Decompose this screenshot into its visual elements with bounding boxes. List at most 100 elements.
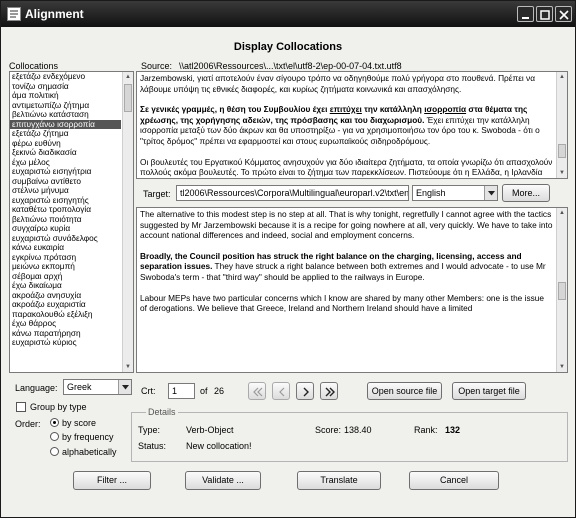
collocation-item[interactable]: φέρω ευθύνη: [10, 139, 121, 149]
collocation-item[interactable]: εξετάζω ζήτημα: [10, 129, 121, 139]
highlighted-collocation-word: ισορροπία: [424, 104, 467, 115]
target-text: The alternative to this modest step is n…: [140, 209, 553, 324]
maximize-button[interactable]: [536, 6, 553, 22]
validate-button[interactable]: Validate ...: [185, 471, 261, 490]
order-by-score-label: by score: [62, 418, 97, 428]
collocation-item[interactable]: επιτυγχάνω ισορροπία: [10, 119, 121, 129]
crt-field[interactable]: 1: [168, 383, 195, 399]
collocation-item[interactable]: συμβαίνω αντίθετο: [10, 177, 121, 187]
collocations-list[interactable]: εξετάζω ενδεχόμενο τονίζω σημασία άμα πολι…: [9, 71, 134, 373]
collocation-item[interactable]: εξετάζω ενδεχόμενο: [10, 72, 121, 82]
window-title: Alignment: [25, 7, 84, 21]
status-label: Status:: [138, 441, 167, 451]
scroll-down-icon[interactable]: ▼: [123, 362, 133, 372]
language-value: Greek: [67, 382, 92, 392]
order-by-score-radio[interactable]: [50, 418, 59, 427]
open-target-file-button[interactable]: Open target file: [452, 382, 526, 400]
collocation-item[interactable]: παρακολουθώ εξέλιξη: [10, 310, 121, 320]
collocation-item[interactable]: εγκρίνω πρόταση: [10, 253, 121, 263]
open-source-file-button[interactable]: Open source file: [367, 382, 442, 400]
target-path-field[interactable]: tl2006\Ressources\Corpora\Multilingual\e…: [176, 185, 409, 201]
collocation-item[interactable]: ευχαριστώ κύριος: [10, 338, 121, 348]
collocation-item[interactable]: άμα πολιτική: [10, 91, 121, 101]
collocation-item[interactable]: ευχαριστώ εισηγητής: [10, 196, 121, 206]
collocation-item[interactable]: βελτιώνω κατάσταση: [10, 110, 121, 120]
target-text-pane[interactable]: The alternative to this modest step is n…: [136, 207, 568, 373]
title-bar[interactable]: Alignment: [1, 1, 575, 27]
translate-button[interactable]: Translate: [297, 471, 381, 490]
text-run: Οι βουλευτές του Εργατικού Κόμματος ανησ…: [140, 156, 553, 178]
previous-button[interactable]: [272, 382, 290, 400]
target-scrollbar[interactable]: ▲ ▼: [556, 208, 567, 372]
source-text-pane[interactable]: Jarzembowski, γιατί αποτελούν έναν σίγου…: [136, 71, 568, 179]
source-scrollbar[interactable]: ▲ ▼: [556, 72, 567, 178]
type-value: Verb-Object: [186, 425, 234, 435]
collocation-item[interactable]: σέβομαι αρχή: [10, 272, 121, 282]
target-paragraph: Broadly, the Council position has struck…: [140, 251, 553, 283]
source-label: Source:: [141, 61, 173, 71]
type-label: Type:: [138, 425, 161, 435]
target-label: Target:: [143, 189, 171, 199]
collocation-item[interactable]: βελτιώνω ποιότητα: [10, 215, 121, 225]
order-label: Order:: [15, 419, 41, 429]
last-button[interactable]: [320, 382, 338, 400]
scroll-thumb[interactable]: [124, 84, 132, 112]
group-by-type-label: Group by type: [30, 402, 87, 412]
app-icon: [7, 7, 21, 21]
next-button[interactable]: [296, 382, 314, 400]
collocations-scrollbar[interactable]: ▲ ▼: [122, 72, 133, 372]
total-count: 26: [214, 386, 225, 396]
source-paragraph: Jarzembowski, γιατί αποτελούν έναν σίγου…: [140, 73, 553, 94]
scroll-thumb[interactable]: [558, 282, 566, 300]
close-icon: [559, 10, 569, 20]
collocation-item[interactable]: κάνω ευκαιρία: [10, 243, 121, 253]
dialog-heading: Display Collocations: [233, 41, 343, 53]
language-label: Language:: [15, 383, 58, 393]
scroll-up-icon[interactable]: ▲: [557, 72, 567, 82]
collocation-item[interactable]: έχω μέλος: [10, 158, 121, 168]
collocation-item[interactable]: τονίζω σημασία: [10, 82, 121, 92]
language-select[interactable]: Greek: [63, 379, 132, 395]
collocation-item[interactable]: έχω θάρρος: [10, 319, 121, 329]
text-run: Labour MEPs have two particular concerns…: [140, 292, 544, 314]
collocation-item[interactable]: ακροάζω ευχαριστία: [10, 300, 121, 310]
collocation-item[interactable]: καταθέτω τροπολογία: [10, 205, 121, 215]
scroll-thumb[interactable]: [558, 144, 566, 158]
target-paragraph: The alternative to this modest step is n…: [140, 209, 553, 241]
collocation-item[interactable]: στέλνω μήνυμα: [10, 186, 121, 196]
score-label: Score:: [315, 425, 342, 435]
double-chevron-right-icon: [325, 387, 335, 397]
collocation-item[interactable]: ευχαριστώ συνάδελφος: [10, 234, 121, 244]
order-alphabetically-radio[interactable]: [50, 447, 59, 456]
close-button[interactable]: [555, 6, 572, 22]
group-by-type-checkbox[interactable]: [16, 402, 26, 412]
text-run: την κατάλληλη: [361, 104, 425, 115]
collocation-item[interactable]: ξεκινώ διαδικασία: [10, 148, 121, 158]
minimize-button[interactable]: [517, 6, 534, 22]
chevron-down-icon: [484, 186, 497, 200]
first-button[interactable]: [248, 382, 266, 400]
collocation-item[interactable]: αντιμετωπίζω ζήτημα: [10, 101, 121, 111]
rank-value: 132: [445, 425, 461, 435]
scroll-down-icon[interactable]: ▼: [557, 168, 567, 178]
collocation-item[interactable]: συγχαίρω κυρία: [10, 224, 121, 234]
alignment-window: Alignment Display Collocations Collocati…: [0, 0, 576, 518]
collocation-item[interactable]: ακροάζω ανησυχία: [10, 291, 121, 301]
target-language-select[interactable]: English: [412, 185, 498, 201]
collocation-item[interactable]: ευχαριστώ εισηγήτρια: [10, 167, 121, 177]
scroll-up-icon[interactable]: ▲: [557, 208, 567, 218]
filter-button[interactable]: Filter ...: [73, 471, 151, 490]
order-alphabetically-label: alphabetically: [62, 447, 117, 457]
collocation-item[interactable]: έχω δικαίωμα: [10, 281, 121, 291]
order-by-frequency-radio[interactable]: [50, 432, 59, 441]
collocation-item[interactable]: μειώνω εκπομπή: [10, 262, 121, 272]
scroll-up-icon[interactable]: ▲: [123, 72, 133, 82]
scroll-down-icon[interactable]: ▼: [557, 362, 567, 372]
more-button[interactable]: More...: [502, 184, 550, 202]
crt-label: Crt:: [141, 386, 156, 396]
chevron-down-icon: [118, 380, 131, 394]
chevron-right-icon: [303, 387, 309, 397]
cancel-button[interactable]: Cancel: [409, 471, 499, 490]
collocation-item[interactable]: κάνω παρατήρηση: [10, 329, 121, 339]
score-value: 138.40: [344, 425, 372, 435]
